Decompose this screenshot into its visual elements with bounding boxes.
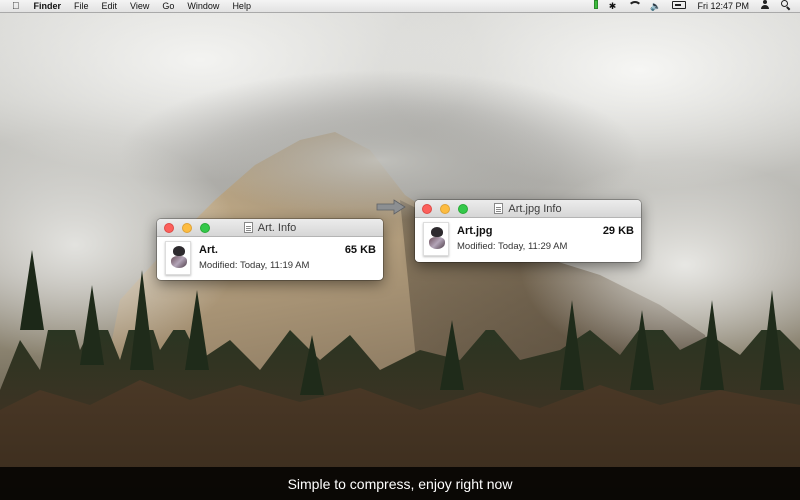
battery-level-icon[interactable] — [593, 0, 598, 13]
menu-file[interactable]: File — [74, 0, 89, 13]
info-summary: Art. 65 KB Modified: Today, 11:19 AM — [157, 237, 383, 279]
menu-view[interactable]: View — [130, 0, 149, 13]
pine-tree — [440, 320, 464, 390]
maximize-button[interactable] — [458, 204, 468, 214]
window-titlebar[interactable]: Art. Info — [157, 219, 383, 237]
artwork-thumbnail-icon — [170, 246, 188, 270]
file-name: Art. — [199, 244, 218, 256]
caption-bar: Simple to compress, enjoy right now — [0, 467, 800, 500]
menu-window[interactable]: Window — [187, 0, 219, 13]
menu-bar:  Finder File Edit View Go Window Help ✱… — [0, 0, 800, 13]
minimize-button[interactable] — [182, 223, 192, 233]
window-controls — [164, 223, 218, 233]
bluetooth-icon[interactable]: ✱ — [609, 0, 617, 13]
file-thumbnail — [165, 241, 191, 275]
menu-go[interactable]: Go — [162, 0, 174, 13]
user-icon[interactable] — [760, 0, 770, 13]
pine-tree — [560, 300, 584, 390]
artwork-thumbnail-icon — [428, 227, 446, 251]
window-controls — [422, 204, 476, 214]
window-title: Art.jpg Info — [508, 202, 562, 215]
pine-tree — [20, 250, 44, 330]
info-window-compressed[interactable]: Art.jpg Info Art.jpg 29 KB Modified: Tod… — [415, 200, 641, 262]
pine-tree — [630, 310, 654, 390]
info-window-original[interactable]: Art. Info Art. 65 KB Modified: Today, 11… — [157, 219, 383, 280]
pine-tree — [80, 285, 104, 365]
window-titlebar[interactable]: Art.jpg Info — [415, 200, 641, 218]
file-name: Art.jpg — [457, 225, 493, 237]
spotlight-search-icon[interactable] — [781, 0, 790, 13]
menu-edit[interactable]: Edit — [102, 0, 118, 13]
menu-bar-clock[interactable]: Fri 12:47 PM — [697, 0, 749, 13]
close-button[interactable] — [422, 204, 432, 214]
apple-menu-icon[interactable]:  — [12, 0, 20, 13]
document-icon — [243, 222, 253, 233]
pine-tree — [700, 300, 724, 390]
pine-tree — [130, 270, 154, 370]
file-size: 29 KB — [602, 225, 634, 237]
caption-text: Simple to compress, enjoy right now — [287, 475, 513, 492]
battery-icon[interactable] — [672, 0, 687, 13]
maximize-button[interactable] — [200, 223, 210, 233]
close-button[interactable] — [164, 223, 174, 233]
window-title: Art. Info — [257, 221, 297, 234]
pine-tree — [185, 290, 209, 370]
menu-finder[interactable]: Finder — [34, 0, 62, 13]
pine-tree — [300, 335, 324, 395]
file-size: 65 KB — [344, 244, 376, 256]
menu-bar-status-area: ✱ 🔈 Fri 12:47 PM — [583, 0, 790, 13]
minimize-button[interactable] — [440, 204, 450, 214]
desktop-wallpaper — [0, 0, 800, 500]
pine-tree — [760, 290, 784, 390]
file-modified-date: Modified: Today, 11:19 AM — [199, 260, 310, 271]
wifi-icon[interactable] — [627, 0, 643, 13]
file-modified-date: Modified: Today, 11:29 AM — [457, 241, 568, 252]
menu-help[interactable]: Help — [232, 0, 251, 13]
volume-icon[interactable]: 🔈 — [650, 0, 661, 13]
info-summary: Art.jpg 29 KB Modified: Today, 11:29 AM — [415, 218, 641, 260]
file-thumbnail — [423, 222, 449, 256]
document-icon — [494, 203, 504, 214]
arrow-right-icon — [376, 199, 406, 215]
